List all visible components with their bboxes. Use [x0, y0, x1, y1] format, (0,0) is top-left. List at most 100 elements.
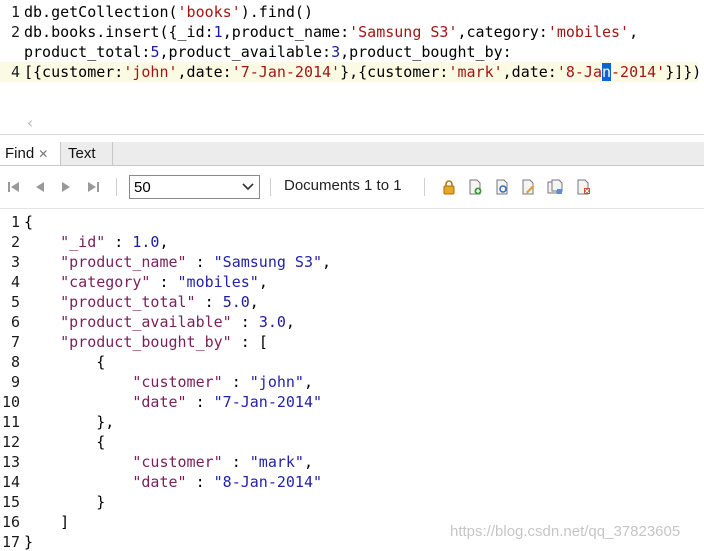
line-number: 15	[1, 493, 20, 511]
result-line: 3 "product_name" : "Samsung S3",	[0, 252, 704, 272]
code-token: {	[24, 213, 34, 231]
line-number: 1	[10, 213, 20, 231]
code-token: "customer"	[132, 453, 223, 471]
result-line: 1{	[0, 212, 704, 232]
view-document-icon[interactable]	[494, 179, 510, 195]
code-token: ,	[285, 313, 295, 331]
line-number: 1	[10, 3, 20, 21]
result-code: "product_total" : 5.0,	[24, 292, 259, 312]
line-number: 4	[10, 273, 20, 291]
code-token: "_id"	[60, 233, 106, 251]
toolbar-separator	[424, 178, 425, 196]
code-token: 5.0	[222, 293, 250, 311]
code-token: :	[231, 333, 259, 351]
line-number: 9	[10, 373, 20, 391]
result-code: "product_name" : "Samsung S3",	[24, 252, 331, 272]
edit-document-icon[interactable]	[520, 179, 536, 195]
line-number: 6	[10, 313, 20, 331]
result-json-view[interactable]: 1{2 "_id" : 1.0, 3 "product_name" : "Sams…	[0, 210, 704, 551]
code-token: 1	[213, 23, 223, 41]
lock-icon[interactable]	[441, 179, 457, 195]
code-token: ).find()	[240, 3, 313, 21]
code-token: db.getCollection(	[24, 3, 178, 21]
add-document-icon[interactable]	[467, 179, 483, 195]
code-token: 'books'	[177, 3, 241, 21]
code-token: }]})	[665, 63, 702, 81]
page-size-select[interactable]: 50	[129, 175, 260, 199]
code-token: -2014'	[611, 63, 666, 81]
result-line: 9 "customer" : "john",	[0, 372, 704, 392]
code-token: :	[222, 373, 250, 391]
editor-code: product_total:5,product_available:3,prod…	[24, 42, 512, 62]
code-token: "date"	[132, 473, 187, 491]
code-token: ,	[303, 373, 313, 391]
result-line: 2 "_id" : 1.0,	[0, 232, 704, 252]
code-token: ,date:	[177, 63, 232, 81]
line-number: 2	[10, 233, 20, 251]
result-code: "customer" : "john",	[24, 372, 313, 392]
line-number: 7	[10, 333, 20, 351]
code-token: "product_total"	[60, 293, 196, 311]
code-token: "7-Jan-2014"	[213, 393, 323, 411]
result-line: 8 {	[0, 352, 704, 372]
scroll-left-arrow-icon[interactable]: ‹	[27, 114, 33, 132]
code-token: ,date:	[502, 63, 557, 81]
tab-find[interactable]: Find ✕	[0, 142, 61, 165]
code-token: db.books.insert({_id:	[24, 23, 214, 41]
documents-count: Documents 1 to 1	[284, 177, 402, 194]
editor-horizontal-scrollbar[interactable]: ‹	[0, 112, 704, 135]
tab-text[interactable]: Text	[63, 142, 113, 165]
result-code: "product_available" : 3.0,	[24, 312, 295, 332]
code-token: "john"	[249, 373, 304, 391]
result-code: ]	[24, 512, 69, 532]
code-token: "category"	[60, 273, 151, 291]
last-page-icon[interactable]	[85, 179, 101, 195]
code-token: ]	[24, 513, 70, 531]
code-token: [	[258, 333, 268, 351]
line-number: 16	[1, 513, 20, 531]
code-token: 'john'	[123, 63, 178, 81]
code-token: n	[602, 63, 612, 81]
prev-page-icon[interactable]	[32, 179, 48, 195]
query-editor[interactable]: 1 db.getCollection('books').find() 2 db.boo…	[0, 0, 704, 112]
code-token: ,category:	[457, 23, 548, 41]
copy-document-icon[interactable]	[547, 179, 563, 195]
line-number: 12	[1, 433, 20, 451]
result-code: {	[24, 432, 105, 452]
result-code: "date" : "7-Jan-2014"	[24, 392, 322, 412]
line-number: 3	[10, 253, 20, 271]
code-token: {	[24, 353, 106, 371]
result-code: }	[24, 492, 105, 512]
app-window: 1 db.getCollection('books').find() 2 db.boo…	[0, 0, 704, 551]
first-page-icon[interactable]	[6, 179, 22, 195]
next-page-icon[interactable]	[58, 179, 74, 195]
code-token: 3.0	[258, 313, 286, 331]
tab-close-icon[interactable]: ✕	[38, 147, 48, 161]
editor-code: [{customer:'john',date:'7-Jan-2014'},{cu…	[24, 62, 701, 82]
result-code: "customer" : "mark",	[24, 452, 313, 472]
delete-document-icon[interactable]	[575, 179, 591, 195]
code-token: "date"	[132, 393, 187, 411]
code-token: ,	[249, 293, 259, 311]
result-line: 7 "product_bought_by" : [	[0, 332, 704, 352]
result-code: {	[24, 352, 105, 372]
line-number: 10	[1, 393, 20, 411]
code-token: "product_available"	[60, 313, 232, 331]
code-token: {	[24, 433, 106, 451]
code-token: :	[195, 293, 223, 311]
code-token: "Samsung S3"	[213, 253, 323, 271]
code-token: :	[105, 233, 133, 251]
editor-line: 2 db.books.insert({_id:1,product_name:'Sa…	[0, 22, 704, 42]
result-line: 14 "date" : "8-Jan-2014"	[0, 472, 704, 492]
code-token: "8-Jan-2014"	[213, 473, 323, 491]
code-token: [{customer:	[24, 63, 124, 81]
result-code: },	[24, 412, 114, 432]
code-token: product_total:	[24, 43, 151, 61]
result-code: "category" : "mobiles",	[24, 272, 268, 292]
code-token: 3	[331, 43, 341, 61]
result-line: 15 }	[0, 492, 704, 512]
tab-text-label: Text	[68, 145, 96, 162]
